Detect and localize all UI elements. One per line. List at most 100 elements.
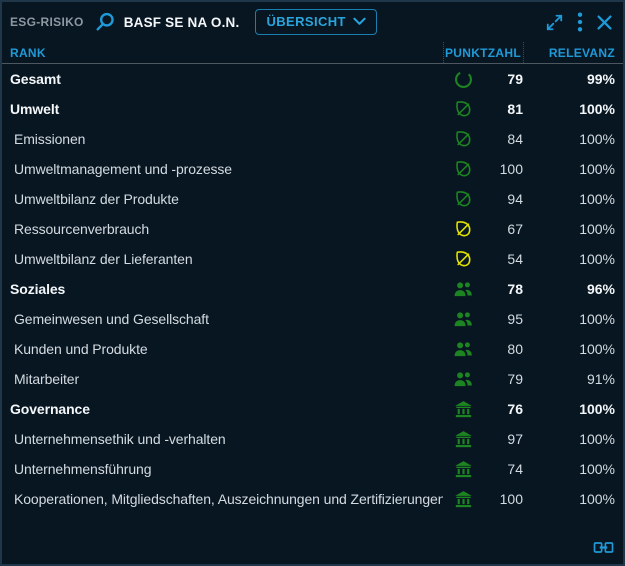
row-score: 54 xyxy=(483,251,523,267)
topbar-actions xyxy=(545,12,613,32)
row-category-icon xyxy=(443,189,483,209)
row-category-icon xyxy=(443,489,483,509)
row-label: Mitarbeiter xyxy=(2,371,443,387)
row-relevance: 100% xyxy=(523,431,615,447)
bank-icon xyxy=(453,429,474,449)
row-relevance: 99% xyxy=(523,71,615,87)
row-score: 79 xyxy=(483,371,523,387)
row-label: Kunden und Produkte xyxy=(2,341,443,357)
row-category-icon xyxy=(443,129,483,149)
leaf-icon xyxy=(453,249,473,269)
row-relevance: 100% xyxy=(523,491,615,507)
table-row[interactable]: Soziales 78 96% xyxy=(2,274,623,304)
row-category-icon xyxy=(443,429,483,449)
people-icon xyxy=(452,369,474,389)
table-row[interactable]: Unternehmensethik und -verhalten 97 100% xyxy=(2,424,623,454)
row-category-icon xyxy=(443,159,483,179)
row-label: Umweltbilanz der Lieferanten xyxy=(2,251,443,267)
row-score: 74 xyxy=(483,461,523,477)
row-category-icon xyxy=(443,339,483,359)
table-row[interactable]: Umwelt 81 100% xyxy=(2,94,623,124)
row-relevance: 100% xyxy=(523,161,615,177)
column-header-relevanz: RELEVANZ xyxy=(523,42,615,63)
row-label: Gemeinwesen und Gesellschaft xyxy=(2,311,443,327)
row-label: Emissionen xyxy=(2,131,443,147)
esg-risk-widget: ESG-RISIKO BASF SE NA O.N. ÜBERSICHT xyxy=(0,0,625,566)
row-category-icon xyxy=(443,99,483,119)
row-label: Governance xyxy=(2,401,443,417)
row-label: Umweltbilanz der Produkte xyxy=(2,191,443,207)
expand-icon[interactable] xyxy=(545,13,564,32)
row-score: 80 xyxy=(483,341,523,357)
leaf-icon xyxy=(453,129,473,149)
bank-icon xyxy=(453,459,474,479)
table-row[interactable]: Umweltmanagement und -prozesse 100 100% xyxy=(2,154,623,184)
row-relevance: 100% xyxy=(523,341,615,357)
row-score: 79 xyxy=(483,71,523,87)
view-selector-button[interactable]: ÜBERSICHT xyxy=(255,9,376,35)
row-category-icon xyxy=(443,309,483,329)
leaf-icon xyxy=(453,189,473,209)
row-relevance: 96% xyxy=(523,281,615,297)
people-icon xyxy=(452,279,474,299)
row-relevance: 100% xyxy=(523,401,615,417)
bank-icon xyxy=(453,399,474,419)
chevron-down-icon xyxy=(353,17,366,26)
row-score: 97 xyxy=(483,431,523,447)
table-header: RANK PUNKTZAHL RELEVANZ xyxy=(2,42,623,64)
kebab-menu-icon[interactable] xyxy=(577,12,583,32)
widget-topbar: ESG-RISIKO BASF SE NA O.N. ÜBERSICHT xyxy=(2,2,623,42)
gauge-icon xyxy=(453,69,474,90)
table-row[interactable]: Umweltbilanz der Produkte 94 100% xyxy=(2,184,623,214)
row-score: 100 xyxy=(483,491,523,507)
instrument-name[interactable]: BASF SE NA O.N. xyxy=(124,15,240,30)
row-score: 81 xyxy=(483,101,523,117)
row-label: Ressourcenverbrauch xyxy=(2,221,443,237)
widget-title: ESG-RISIKO xyxy=(10,15,84,29)
table-row[interactable]: Emissionen 84 100% xyxy=(2,124,623,154)
table-row[interactable]: Gemeinwesen und Gesellschaft 95 100% xyxy=(2,304,623,334)
table-row[interactable]: Kooperationen, Mitgliedschaften, Auszeic… xyxy=(2,484,623,514)
row-category-icon xyxy=(443,399,483,419)
table-row[interactable]: Governance 76 100% xyxy=(2,394,623,424)
row-relevance: 100% xyxy=(523,221,615,237)
row-label: Umweltmanagement und -prozesse xyxy=(2,161,443,177)
leaf-icon xyxy=(453,219,473,239)
people-icon xyxy=(452,339,474,359)
column-header-rank: RANK xyxy=(2,46,443,60)
table-row[interactable]: Mitarbeiter 79 91% xyxy=(2,364,623,394)
leaf-icon xyxy=(453,159,473,179)
view-selector-label: ÜBERSICHT xyxy=(266,14,345,29)
row-relevance: 100% xyxy=(523,131,615,147)
link-windows-icon[interactable] xyxy=(593,541,614,554)
row-score: 84 xyxy=(483,131,523,147)
bank-icon xyxy=(453,489,474,509)
close-icon[interactable] xyxy=(596,14,613,31)
row-category-icon xyxy=(443,69,483,90)
esg-rank-table: Gesamt 79 99% Umwelt 81 100% Emissionen xyxy=(2,64,623,514)
row-relevance: 100% xyxy=(523,101,615,117)
table-row[interactable]: Unternehmensführung 74 100% xyxy=(2,454,623,484)
row-relevance: 100% xyxy=(523,311,615,327)
row-category-icon xyxy=(443,279,483,299)
row-relevance: 100% xyxy=(523,191,615,207)
table-row[interactable]: Gesamt 79 99% xyxy=(2,64,623,94)
row-category-icon xyxy=(443,249,483,269)
row-label: Soziales xyxy=(2,281,443,297)
table-row[interactable]: Ressourcenverbrauch 67 100% xyxy=(2,214,623,244)
column-header-punktzahl: PUNKTZAHL xyxy=(443,42,523,63)
row-score: 94 xyxy=(483,191,523,207)
table-row[interactable]: Umweltbilanz der Lieferanten 54 100% xyxy=(2,244,623,274)
row-label: Unternehmensführung xyxy=(2,461,443,477)
row-relevance: 100% xyxy=(523,461,615,477)
table-row[interactable]: Kunden und Produkte 80 100% xyxy=(2,334,623,364)
row-score: 95 xyxy=(483,311,523,327)
row-category-icon xyxy=(443,369,483,389)
search-icon[interactable] xyxy=(94,11,116,33)
row-score: 100 xyxy=(483,161,523,177)
row-label: Kooperationen, Mitgliedschaften, Auszeic… xyxy=(2,491,443,507)
row-label: Gesamt xyxy=(2,71,443,87)
row-label: Unternehmensethik und -verhalten xyxy=(2,431,443,447)
row-label: Umwelt xyxy=(2,101,443,117)
row-category-icon xyxy=(443,459,483,479)
